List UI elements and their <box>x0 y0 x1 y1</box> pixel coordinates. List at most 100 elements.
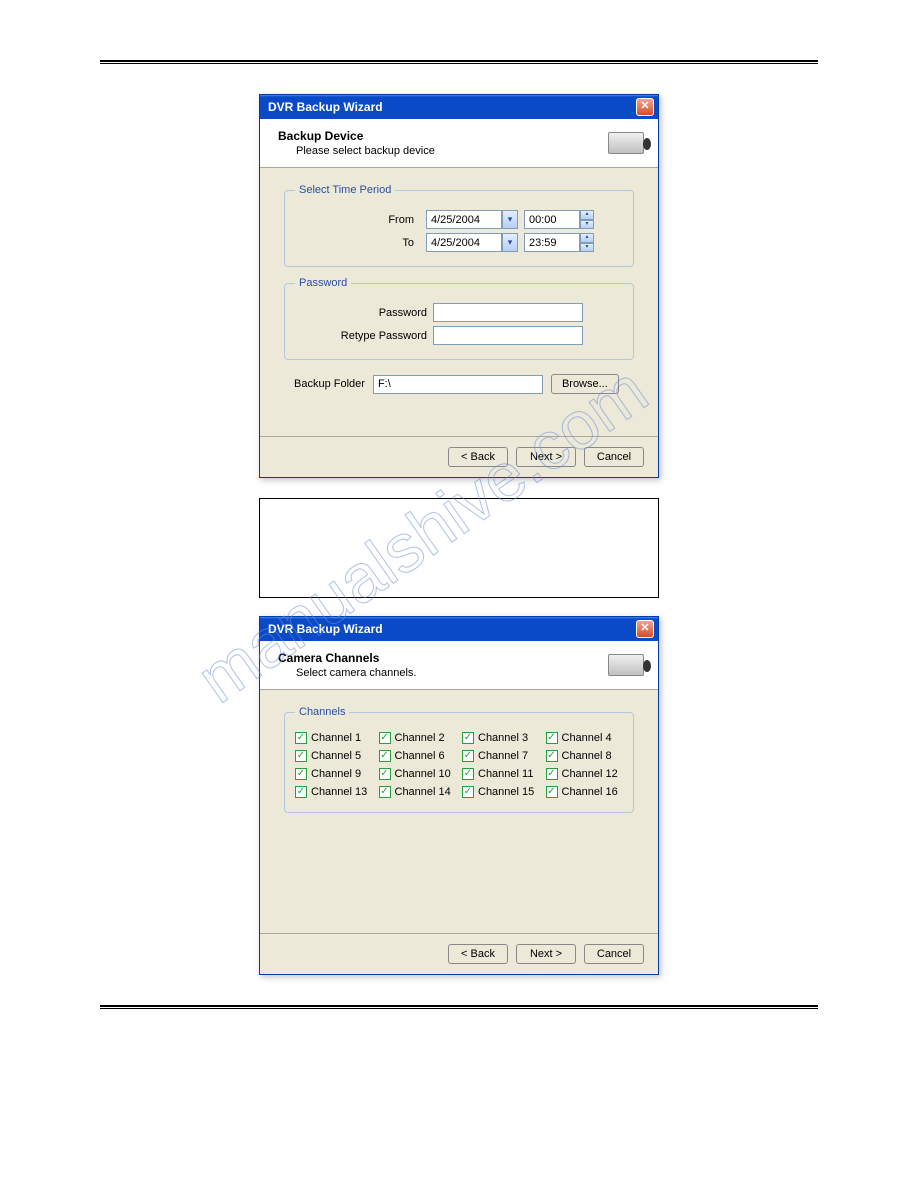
channel-item[interactable]: ✓ Channel 7 <box>462 750 540 762</box>
channel-item[interactable]: ✓ Channel 13 <box>295 786 373 798</box>
backup-folder-label: Backup Folder <box>294 378 365 390</box>
channels-legend: Channels <box>295 706 349 718</box>
checkbox-checked-icon[interactable]: ✓ <box>379 786 391 798</box>
channel-item[interactable]: ✓ Channel 5 <box>295 750 373 762</box>
button-bar-2: < Back Next > Cancel <box>260 933 658 974</box>
channel-label: Channel 12 <box>562 768 618 780</box>
dialog-camera-channels: DVR Backup Wizard ✕ Camera Channels Sele… <box>259 616 659 975</box>
channel-item[interactable]: ✓ Channel 9 <box>295 768 373 780</box>
channel-item[interactable]: ✓ Channel 6 <box>379 750 457 762</box>
channel-item[interactable]: ✓ Channel 15 <box>462 786 540 798</box>
channel-label: Channel 1 <box>311 732 361 744</box>
header-panel-1: Backup Device Please select backup devic… <box>260 119 658 168</box>
channels-group: Channels ✓Channel 1✓Channel 2✓Channel 3✓… <box>284 706 634 813</box>
channel-item[interactable]: ✓ Channel 8 <box>546 750 624 762</box>
checkbox-checked-icon[interactable]: ✓ <box>295 786 307 798</box>
cancel-button-1[interactable]: Cancel <box>584 447 644 467</box>
from-date-input[interactable] <box>426 210 502 229</box>
camera-icon <box>608 132 644 154</box>
channel-label: Channel 3 <box>478 732 528 744</box>
button-bar-1: < Back Next > Cancel <box>260 436 658 477</box>
channel-label: Channel 16 <box>562 786 618 798</box>
browse-button[interactable]: Browse... <box>551 374 619 394</box>
to-time-input[interactable] <box>524 233 580 252</box>
retype-password-input[interactable] <box>433 326 583 345</box>
channel-label: Channel 6 <box>395 750 445 762</box>
channel-label: Channel 8 <box>562 750 612 762</box>
channel-item[interactable]: ✓ Channel 11 <box>462 768 540 780</box>
to-date-input[interactable] <box>426 233 502 252</box>
channel-label: Channel 9 <box>311 768 361 780</box>
checkbox-checked-icon[interactable]: ✓ <box>462 768 474 780</box>
next-button-1[interactable]: Next > <box>516 447 576 467</box>
checkbox-checked-icon[interactable]: ✓ <box>546 732 558 744</box>
checkbox-checked-icon[interactable]: ✓ <box>546 786 558 798</box>
window-title-1: DVR Backup Wizard <box>268 100 383 114</box>
from-time-input[interactable] <box>524 210 580 229</box>
channel-item[interactable]: ✓ Channel 12 <box>546 768 624 780</box>
backup-folder-input[interactable] <box>373 375 543 394</box>
header-subtitle-2: Select camera channels. <box>296 667 416 679</box>
password-input[interactable] <box>433 303 583 322</box>
header-title-2: Camera Channels <box>278 651 416 665</box>
checkbox-checked-icon[interactable]: ✓ <box>295 768 307 780</box>
channel-item[interactable]: ✓ Channel 14 <box>379 786 457 798</box>
channel-label: Channel 15 <box>478 786 534 798</box>
time-legend: Select Time Period <box>295 184 395 196</box>
camera-icon <box>608 654 644 676</box>
channel-label: Channel 2 <box>395 732 445 744</box>
checkbox-checked-icon[interactable]: ✓ <box>462 786 474 798</box>
channels-grid: ✓ Channel 1 ✓ Channel 2 ✓ Channel 3 ✓ Channel 4… <box>295 728 623 802</box>
password-label: Password <box>327 307 427 319</box>
from-label: From <box>324 214 414 226</box>
header-panel-2: Camera Channels Select camera channels. <box>260 641 658 690</box>
header-subtitle-1: Please select backup device <box>296 145 435 157</box>
close-icon[interactable]: ✕ <box>636 98 654 116</box>
channel-label: Channel 7 <box>478 750 528 762</box>
back-button-1[interactable]: < Back <box>448 447 508 467</box>
back-button-2[interactable]: < Back <box>448 944 508 964</box>
channel-item[interactable]: ✓ Channel 2 <box>379 732 457 744</box>
channel-item[interactable]: ✓ Channel 1 <box>295 732 373 744</box>
dialog-backup-device: DVR Backup Wizard ✕ Backup Device Please… <box>259 94 659 478</box>
retype-password-label: Retype Password <box>327 330 427 342</box>
password-legend: Password <box>295 277 351 289</box>
checkbox-checked-icon[interactable]: ✓ <box>295 732 307 744</box>
channel-item[interactable]: ✓ Channel 4 <box>546 732 624 744</box>
channel-item[interactable]: ✓ Channel 3 <box>462 732 540 744</box>
top-rule <box>100 60 818 64</box>
checkbox-checked-icon[interactable]: ✓ <box>379 750 391 762</box>
to-time-spinner[interactable]: ▴▾ <box>580 233 594 252</box>
checkbox-checked-icon[interactable]: ✓ <box>379 732 391 744</box>
channel-label: Channel 4 <box>562 732 612 744</box>
channel-label: Channel 5 <box>311 750 361 762</box>
cancel-button-2[interactable]: Cancel <box>584 944 644 964</box>
password-group: Password Password Retype Password <box>284 277 634 360</box>
backup-folder-row: Backup Folder Browse... <box>294 374 634 394</box>
checkbox-checked-icon[interactable]: ✓ <box>546 768 558 780</box>
bottom-rule <box>100 1005 818 1009</box>
checkbox-checked-icon[interactable]: ✓ <box>462 732 474 744</box>
window-2: DVR Backup Wizard ✕ Camera Channels Sele… <box>259 616 659 975</box>
channel-label: Channel 11 <box>478 768 533 780</box>
checkbox-checked-icon[interactable]: ✓ <box>379 768 391 780</box>
channel-item[interactable]: ✓Channel 10 <box>379 768 457 780</box>
window-1: DVR Backup Wizard ✕ Backup Device Please… <box>259 94 659 478</box>
header-title-1: Backup Device <box>278 129 435 143</box>
channel-label: Channel 13 <box>311 786 367 798</box>
close-icon[interactable]: ✕ <box>636 620 654 638</box>
document-page: manualshive.com DVR Backup Wizard ✕ Back… <box>0 0 918 1049</box>
from-time-spinner[interactable]: ▴▾ <box>580 210 594 229</box>
checkbox-checked-icon[interactable]: ✓ <box>546 750 558 762</box>
titlebar-1[interactable]: DVR Backup Wizard ✕ <box>260 95 658 119</box>
time-period-group: Select Time Period From ▾ ▴▾ To <box>284 184 634 267</box>
titlebar-2[interactable]: DVR Backup Wizard ✕ <box>260 617 658 641</box>
chevron-down-icon[interactable]: ▾ <box>502 210 518 229</box>
checkbox-checked-icon[interactable]: ✓ <box>295 750 307 762</box>
middle-spacer-box <box>259 498 659 598</box>
chevron-down-icon[interactable]: ▾ <box>502 233 518 252</box>
channel-item[interactable]: ✓ Channel 16 <box>546 786 624 798</box>
channel-label: Channel 14 <box>395 786 451 798</box>
next-button-2[interactable]: Next > <box>516 944 576 964</box>
checkbox-checked-icon[interactable]: ✓ <box>462 750 474 762</box>
